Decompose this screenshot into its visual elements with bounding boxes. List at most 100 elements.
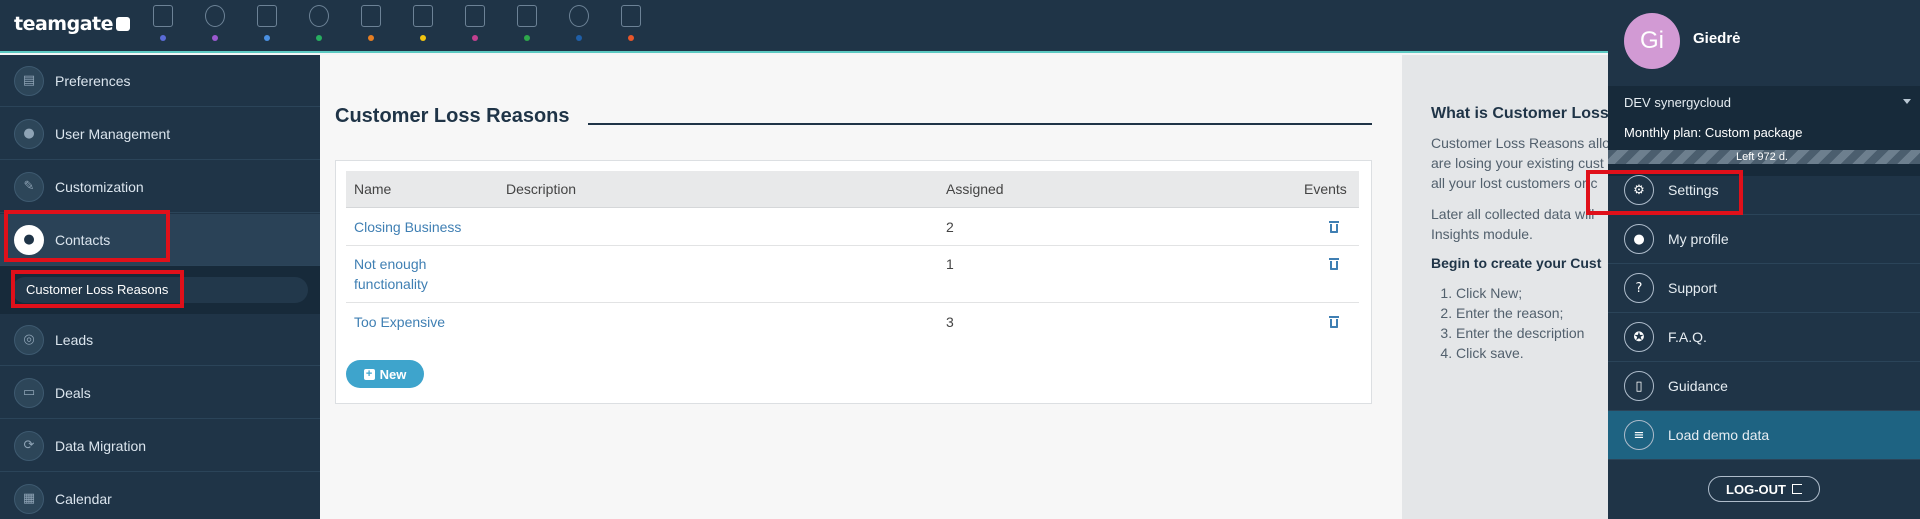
loss-reason-name-link[interactable]: Too Expensive	[354, 312, 445, 332]
account-info: DEV synergycloud Monthly plan: Custom pa…	[1608, 86, 1920, 176]
preferences-icon: ▤	[14, 65, 44, 96]
loss-reason-name-link[interactable]: Not enough functionality	[354, 254, 428, 294]
organization-selector[interactable]: DEV synergycloud	[1624, 95, 1731, 110]
contacts-submenu: Customer Loss Reasons	[0, 266, 320, 314]
settings-sidebar: ▤ Preferences ● User Management ✎ Custom…	[0, 55, 320, 519]
plan-info: Monthly plan: Custom package	[1624, 125, 1803, 140]
sidebar-item-deals[interactable]: ▭ Deals	[0, 367, 320, 419]
help-text-line: are losing your existing cust	[1431, 155, 1604, 171]
gear-icon: ⚙	[1624, 175, 1654, 205]
help-panel: What is Customer Loss Customer Loss Reas…	[1402, 55, 1610, 519]
menu-item-label: F.A.Q.	[1668, 329, 1707, 345]
sidebar-item-customization[interactable]: ✎ Customization	[0, 161, 320, 213]
menu-item-support[interactable]: ? Support	[1608, 264, 1920, 313]
menu-item-load-demo-data[interactable]: ≡ Load demo data	[1608, 411, 1920, 460]
profile-dropdown: Gi Giedrė DEV synergycloud Monthly plan:…	[1608, 0, 1920, 519]
avatar[interactable]: Gi	[1624, 13, 1680, 69]
profile-icon: ●	[1624, 224, 1654, 254]
sidebar-item-label: Data Migration	[55, 437, 147, 454]
module-calendar-icon[interactable]	[410, 5, 436, 43]
module-reports-icon[interactable]	[618, 5, 644, 43]
new-button-label: New	[379, 366, 407, 382]
user-name: Giedrė	[1693, 30, 1741, 47]
person-icon: ●	[14, 224, 44, 255]
new-loss-reason-button[interactable]: + New	[346, 360, 424, 388]
table-row: Too Expensive 3	[346, 303, 1359, 341]
plus-icon: +	[363, 368, 375, 380]
wrench-icon: ✎	[14, 171, 44, 202]
sidebar-item-label: User Management	[55, 125, 171, 142]
calendar-icon: ▦	[14, 483, 44, 514]
module-people-icon[interactable]	[306, 5, 332, 43]
help-steps-list: Click New; Enter the reason; Enter the d…	[1456, 283, 1584, 363]
logo-text: teamgate	[14, 13, 113, 35]
logout-icon	[1791, 484, 1802, 494]
menu-item-label: Load demo data	[1668, 427, 1770, 443]
assigned-count: 2	[946, 219, 954, 235]
sidebar-item-label: Preferences	[55, 72, 131, 89]
days-left-text: Left 972 d.	[1736, 151, 1788, 163]
lifebuoy-icon: ✪	[1624, 322, 1654, 352]
chevron-down-icon[interactable]	[1903, 99, 1911, 104]
sidebar-item-label: Calendar	[55, 490, 112, 507]
menu-item-guidance[interactable]: ▯ Guidance	[1608, 362, 1920, 411]
question-icon: ?	[1624, 273, 1654, 303]
database-icon: ≡	[1624, 420, 1654, 450]
logo-badge-icon	[115, 17, 130, 31]
sidebar-subitem-label: Customer Loss Reasons	[26, 282, 169, 297]
loss-reason-name-line2: functionality	[354, 276, 428, 292]
module-insights-icon[interactable]	[566, 5, 592, 43]
sidebar-item-calendar[interactable]: ▦ Calendar	[0, 473, 320, 519]
loss-reason-name-link[interactable]: Closing Business	[354, 217, 461, 237]
menu-item-settings[interactable]: ⚙ Settings	[1608, 166, 1920, 215]
help-step: Enter the description	[1456, 323, 1584, 343]
help-text-line: Later all collected data will	[1431, 206, 1595, 222]
sidebar-item-label: Deals	[55, 384, 91, 401]
trash-icon[interactable]	[1329, 258, 1339, 270]
help-step: Enter the reason;	[1456, 303, 1584, 323]
menu-item-label: My profile	[1668, 231, 1729, 247]
table-row: Closing Business 2	[346, 208, 1359, 246]
assigned-count: 3	[946, 314, 954, 330]
sidebar-item-data-migration[interactable]: ⟳ Data Migration	[0, 420, 320, 472]
sidebar-item-contacts[interactable]: ● Contacts	[0, 214, 320, 266]
sync-icon: ⟳	[14, 430, 44, 461]
module-deals-icon[interactable]	[358, 5, 384, 43]
module-invoice-icon[interactable]	[514, 5, 540, 43]
table-row: Not enough functionality 1	[346, 246, 1359, 303]
logout-label: LOG-OUT	[1726, 481, 1786, 497]
module-target-icon[interactable]	[202, 5, 228, 43]
trash-icon[interactable]	[1329, 316, 1339, 328]
sidebar-item-label: Contacts	[55, 231, 111, 248]
column-header-description: Description	[506, 181, 577, 197]
menu-item-label: Guidance	[1668, 378, 1728, 394]
sidebar-item-label: Customization	[55, 178, 144, 195]
title-divider	[588, 123, 1372, 125]
sidebar-item-label: Leads	[55, 331, 94, 348]
menu-item-label: Support	[1668, 280, 1718, 296]
module-companies-icon[interactable]	[254, 5, 280, 43]
help-step: Click New;	[1456, 283, 1584, 303]
module-download-icon[interactable]	[462, 5, 488, 43]
column-header-events: Events	[1304, 181, 1347, 197]
menu-item-my-profile[interactable]: ● My profile	[1608, 215, 1920, 264]
help-subheading: Begin to create your Cust	[1431, 255, 1602, 271]
help-title: What is Customer Loss	[1431, 105, 1609, 122]
column-header-name: Name	[354, 181, 392, 197]
sidebar-subitem-customer-loss-reasons[interactable]: Customer Loss Reasons	[12, 277, 308, 303]
trial-progress-bar: Left 972 d.	[1608, 150, 1920, 164]
teamgate-logo[interactable]: teamgate	[14, 13, 130, 35]
loss-reasons-table-card: Name Description Assigned Events Closing…	[335, 160, 1372, 404]
assigned-count: 1	[946, 256, 954, 272]
module-dashboard-icon[interactable]	[150, 5, 176, 43]
logout-button[interactable]: LOG-OUT	[1708, 476, 1820, 502]
sidebar-item-user-management[interactable]: ● User Management	[0, 108, 320, 160]
book-icon: ▯	[1624, 371, 1654, 401]
trash-icon[interactable]	[1329, 221, 1339, 233]
sidebar-item-leads[interactable]: ◎ Leads	[0, 314, 320, 366]
help-text-line: Insights module.	[1431, 226, 1533, 242]
help-step: Click save.	[1456, 343, 1584, 363]
menu-item-faq[interactable]: ✪ F.A.Q.	[1608, 313, 1920, 362]
sidebar-item-preferences[interactable]: ▤ Preferences	[0, 55, 320, 107]
users-icon: ●	[14, 118, 44, 149]
